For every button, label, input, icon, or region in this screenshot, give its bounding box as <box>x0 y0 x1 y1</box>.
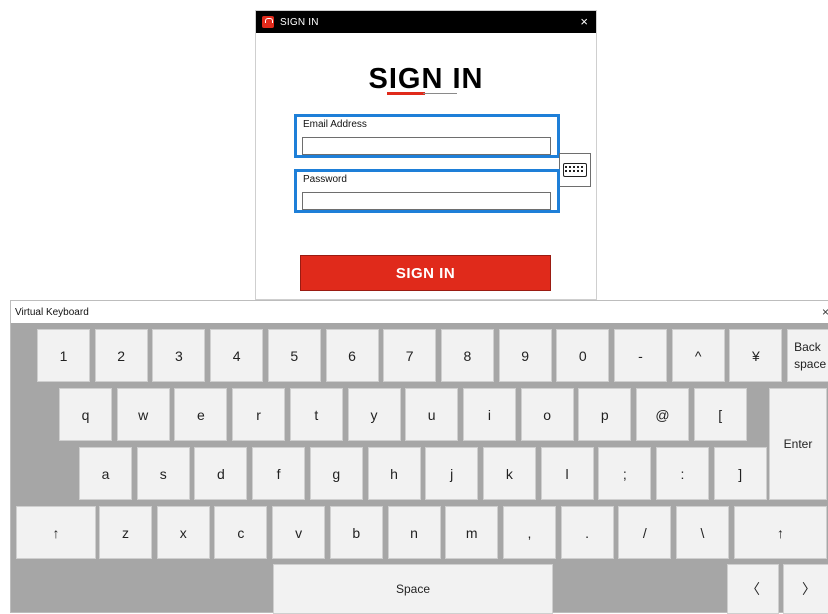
dialog-titlebar: SIGN IN × <box>256 11 596 33</box>
key-comma[interactable]: , <box>502 506 556 559</box>
sign-in-button[interactable]: SIGN IN <box>300 255 551 291</box>
key-7[interactable]: 7 <box>383 329 437 382</box>
key-b[interactable]: b <box>329 506 383 559</box>
password-field-group: Password <box>294 169 560 213</box>
key-h[interactable]: h <box>367 447 421 500</box>
title-underline <box>387 92 457 95</box>
key-f[interactable]: f <box>252 447 306 500</box>
arrow-right-key[interactable]: 〉 <box>783 564 828 614</box>
virtual-keyboard: Virtual Keyboard × 1 2 3 4 5 6 7 8 9 0- ^ ¥ Back spac… <box>10 300 828 614</box>
key-t[interactable]: t <box>289 388 343 441</box>
key-close-bracket[interactable]: ] <box>713 447 767 500</box>
key-period[interactable]: . <box>560 506 614 559</box>
key-v[interactable]: v <box>272 506 326 559</box>
key-p[interactable]: p <box>578 388 632 441</box>
password-field[interactable] <box>302 192 551 210</box>
key-q[interactable]: q <box>59 388 112 441</box>
backspace-label-2: space <box>794 356 827 371</box>
arrow-left-key[interactable]: 〈 <box>727 564 779 614</box>
shift-left-key[interactable]: ↑ <box>16 506 96 559</box>
space-key[interactable]: Space <box>273 564 553 614</box>
key-j[interactable]: j <box>425 447 479 500</box>
key-2[interactable]: 2 <box>94 329 148 382</box>
close-icon[interactable]: × <box>580 14 588 29</box>
email-label: Email Address <box>303 119 367 130</box>
enter-key[interactable]: Enter <box>769 388 827 500</box>
sign-in-dialog: SIGN IN × SIGN IN Email Address Password… <box>255 10 597 300</box>
password-label: Password <box>303 174 347 185</box>
key-w[interactable]: w <box>116 388 170 441</box>
key-a[interactable]: a <box>79 447 132 500</box>
keyboard-icon <box>563 163 587 177</box>
key-semicolon[interactable]: ; <box>598 447 652 500</box>
backspace-label-1: Back <box>794 339 821 354</box>
key-minus[interactable]: - <box>614 329 667 382</box>
key-1[interactable]: 1 <box>37 329 90 382</box>
key-i[interactable]: i <box>462 388 516 441</box>
keyboard-title: Virtual Keyboard <box>15 306 89 318</box>
key-4[interactable]: 4 <box>210 329 264 382</box>
key-backslash[interactable]: \ <box>676 506 729 559</box>
key-3[interactable]: 3 <box>152 329 206 382</box>
key-g[interactable]: g <box>309 447 363 500</box>
key-open-bracket[interactable]: [ <box>693 388 747 441</box>
key-9[interactable]: 9 <box>498 329 552 382</box>
key-x[interactable]: x <box>156 506 210 559</box>
app-logo-icon <box>262 16 274 28</box>
key-k[interactable]: k <box>482 447 536 500</box>
key-slash[interactable]: / <box>618 506 672 559</box>
key-yen[interactable]: ¥ <box>729 329 783 382</box>
key-u[interactable]: u <box>405 388 459 441</box>
key-5[interactable]: 5 <box>267 329 321 382</box>
dialog-title: SIGN IN <box>280 16 319 28</box>
backspace-key[interactable]: Back space <box>787 329 828 382</box>
key-8[interactable]: 8 <box>440 329 494 382</box>
key-0[interactable]: 0 <box>556 329 610 382</box>
key-z[interactable]: z <box>99 506 152 559</box>
email-field-group: Email Address <box>294 114 560 158</box>
key-d[interactable]: d <box>194 447 248 500</box>
key-o[interactable]: o <box>520 388 574 441</box>
key-r[interactable]: r <box>232 388 286 441</box>
key-s[interactable]: s <box>136 447 190 500</box>
keyboard-titlebar: Virtual Keyboard × <box>11 301 828 323</box>
key-n[interactable]: n <box>387 506 441 559</box>
virtual-keyboard-button[interactable] <box>559 153 591 187</box>
email-field[interactable] <box>302 137 551 155</box>
shift-right-key[interactable]: ↑ <box>734 506 827 559</box>
key-l[interactable]: l <box>540 447 594 500</box>
key-y[interactable]: y <box>347 388 401 441</box>
key-caret[interactable]: ^ <box>671 329 725 382</box>
key-at[interactable]: @ <box>636 388 689 441</box>
key-c[interactable]: c <box>214 506 268 559</box>
key-6[interactable]: 6 <box>325 329 379 382</box>
keyboard-close-icon[interactable]: × <box>822 305 828 319</box>
key-e[interactable]: e <box>174 388 228 441</box>
key-colon[interactable]: : <box>656 447 709 500</box>
key-m[interactable]: m <box>445 506 499 559</box>
